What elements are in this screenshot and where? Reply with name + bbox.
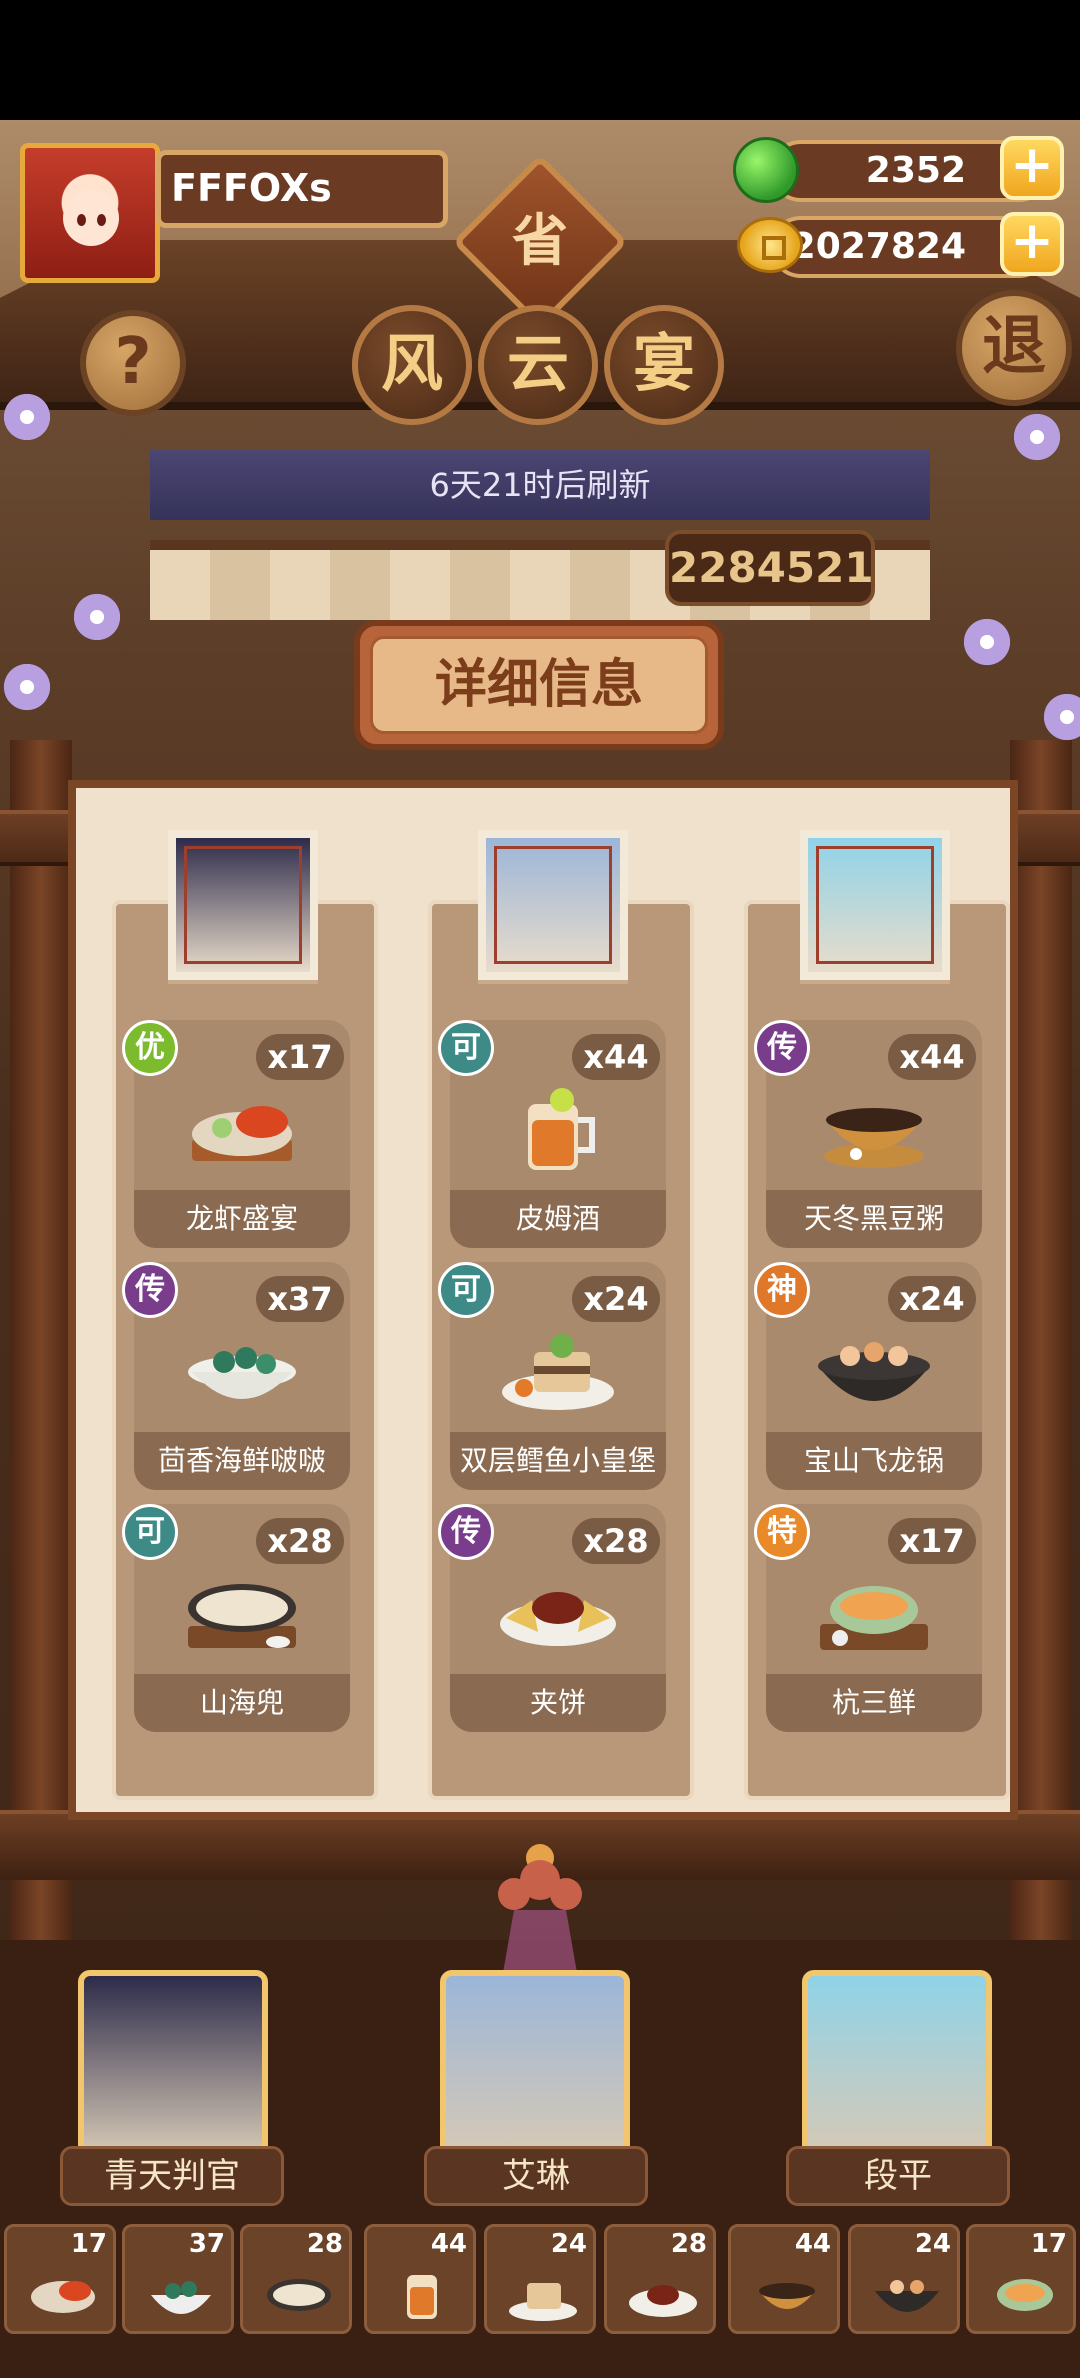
flower-icon [0,660,54,714]
dish-count: x17 [256,1034,344,1080]
sandwich-pancake-icon [500,1592,616,1646]
slot-count: 24 [914,2229,951,2259]
title-char-3: 宴 [604,305,724,425]
inventory-slot[interactable]: 17 [4,2224,116,2334]
slot-count: 28 [306,2229,343,2259]
grade-badge: 可 [438,1262,494,1318]
pimms-drink-icon [528,1088,595,1170]
score-display: 2284521 [665,530,875,606]
flower-icon [0,390,54,444]
inventory-slot[interactable]: 44 [728,2224,840,2334]
lobster-feast-icon [192,1106,292,1161]
add-coins-button[interactable]: + [1000,212,1064,276]
inventory-slot[interactable]: 24 [484,2224,596,2334]
slot-count: 37 [188,2229,225,2259]
slot-count: 17 [1030,2229,1067,2259]
dish-count: x44 [888,1034,976,1080]
dish-name: 天冬黑豆粥 [766,1190,982,1248]
portrait-irene [478,830,628,980]
dumpling-pan-icon [267,2279,331,2311]
apple-icon [733,137,799,203]
player-avatar[interactable] [20,143,160,283]
portrait-duanping [800,830,950,980]
dish-count: x17 [888,1518,976,1564]
dish-name: 双层鳕鱼小皇堡 [450,1432,666,1490]
dish-name: 宝山飞龙锅 [766,1432,982,1490]
grade-badge: 传 [122,1262,178,1318]
slot-count: 44 [794,2229,831,2259]
exit-button[interactable]: 退 [956,290,1072,406]
bottom-character-judge[interactable] [78,1970,268,2160]
slot-count: 24 [550,2229,587,2259]
details-plaque: 详细信息 [354,620,724,750]
dish-name: 龙虾盛宴 [134,1190,350,1248]
flower-icon [1010,410,1064,464]
inventory-slot[interactable]: 17 [966,2224,1076,2334]
pimms-drink-icon [407,2275,437,2319]
slot-count: 17 [70,2229,107,2259]
double-cod-burger-icon [502,1334,614,1410]
slot-count: 28 [670,2229,707,2259]
details-title: 详细信息 [370,636,708,734]
seafood-bowl-icon [151,2281,211,2314]
dish-count: x24 [572,1276,660,1322]
dish-name: 皮姆酒 [450,1190,666,1248]
province-badge-label: 省 [512,209,568,274]
grade-badge: 可 [438,1020,494,1076]
double-cod-burger-icon [509,2283,577,2321]
hang-three-fresh-icon [997,2279,1053,2311]
grade-badge: 优 [122,1020,178,1076]
lobster-feast-icon [31,2281,95,2313]
grade-badge: 神 [754,1262,810,1318]
black-bean-porridge-icon [759,2283,815,2309]
inventory-slot[interactable]: 44 [364,2224,476,2334]
dish-name: 茴香海鲜啵啵 [134,1432,350,1490]
grade-badge: 可 [122,1504,178,1560]
sandwich-pancake-icon [629,2285,697,2317]
seafood-bowl-icon [188,1347,296,1399]
player-name: FFFOXs [156,150,448,228]
refresh-countdown: 6天21时后刷新 [150,450,930,520]
black-bean-porridge-icon [824,1108,924,1168]
title-char-1: 风 [352,305,472,425]
hotpot-icon [875,2280,939,2312]
dish-name: 夹饼 [450,1674,666,1732]
grade-badge: 传 [754,1020,810,1076]
hang-three-fresh-icon [820,1586,928,1650]
dish-count: x44 [572,1034,660,1080]
dish-count: x24 [888,1276,976,1322]
add-apples-button[interactable]: + [1000,136,1064,200]
dish-count: x37 [256,1276,344,1322]
grade-badge: 传 [438,1504,494,1560]
flower-icon [960,615,1014,669]
grade-badge: 特 [754,1504,810,1560]
hotpot-icon [818,1342,930,1401]
dish-name: 杭三鲜 [766,1674,982,1732]
character-name: 艾琳 [424,2146,648,2206]
character-name: 青天判官 [60,2146,284,2206]
inventory-slot[interactable]: 37 [122,2224,234,2334]
slot-count: 44 [430,2229,467,2259]
portrait-judge [168,830,318,980]
dish-count: x28 [256,1518,344,1564]
flower-icon [70,590,124,644]
dish-count: x28 [572,1518,660,1564]
character-name: 段平 [786,2146,1010,2206]
coin-icon [737,217,803,273]
inventory-slot[interactable]: 28 [604,2224,716,2334]
help-button[interactable]: ? [80,310,186,416]
dumpling-pan-icon [188,1584,296,1648]
bottom-character-irene[interactable] [440,1970,630,2160]
bottom-character-duanping[interactable] [802,1970,992,2160]
inventory-slot[interactable]: 24 [848,2224,960,2334]
title-char-2: 云 [478,305,598,425]
dish-name: 山海兜 [134,1674,350,1732]
inventory-slot[interactable]: 28 [240,2224,352,2334]
